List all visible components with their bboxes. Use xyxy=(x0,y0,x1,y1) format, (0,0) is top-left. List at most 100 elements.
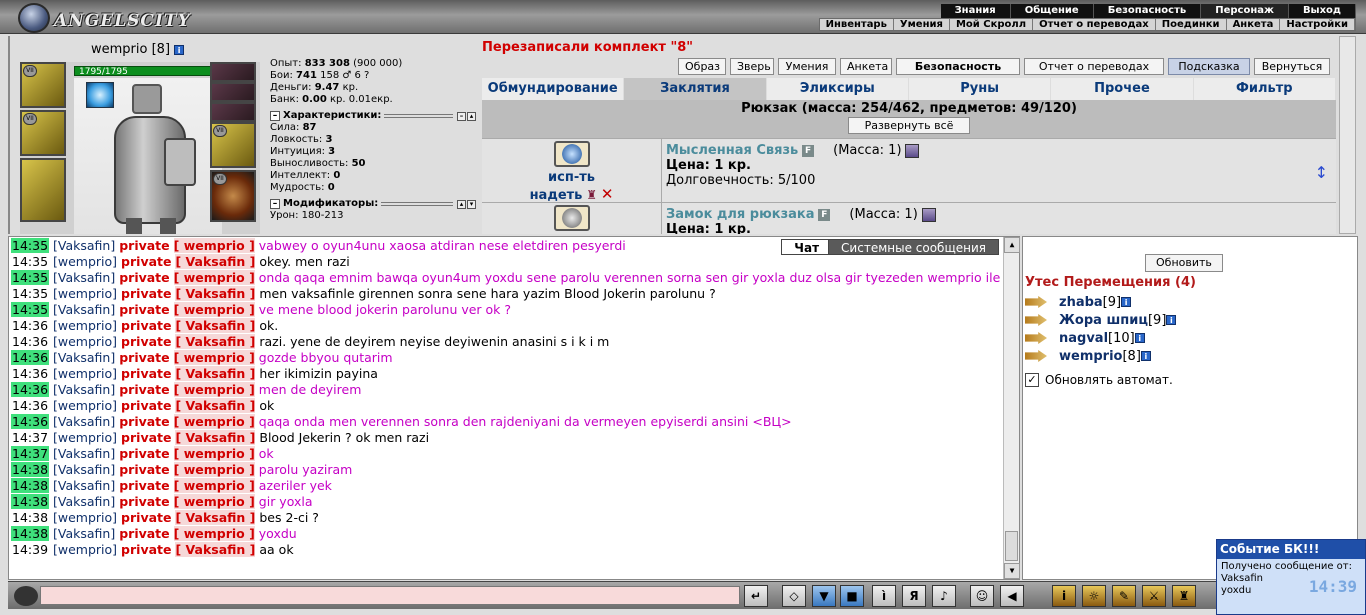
hint-button[interactable]: Подсказка xyxy=(1168,58,1250,75)
info-icon[interactable]: i xyxy=(1166,315,1177,325)
chat-timestamp[interactable]: 14:38 xyxy=(11,494,50,509)
chat-timestamp[interactable]: 14:38 xyxy=(11,510,49,525)
skills-button[interactable]: Умения xyxy=(778,58,836,75)
ring-slot[interactable] xyxy=(210,82,256,102)
delete-icon[interactable]: ✕ xyxy=(601,185,614,203)
resize-arrow-icon[interactable]: ↕ xyxy=(1315,163,1328,182)
close-icon[interactable]: ▴ xyxy=(467,112,476,121)
submenu-settings[interactable]: Настройки xyxy=(1280,19,1355,30)
chat-recipient[interactable]: [ Vaksafin ] xyxy=(175,398,256,413)
chat-sender[interactable]: [wemprio] xyxy=(53,542,117,557)
filter-icon[interactable]: ▼ xyxy=(812,585,836,607)
scroll-thumb[interactable] xyxy=(1005,531,1018,561)
treasure-icon[interactable]: ☼ xyxy=(1082,585,1106,607)
collapse-icon[interactable]: – xyxy=(270,111,280,121)
smile-face-icon[interactable] xyxy=(14,586,38,606)
lock-icon[interactable] xyxy=(553,205,590,231)
chat-sender[interactable]: [wemprio] xyxy=(53,318,117,333)
chat-timestamp[interactable]: 14:35 xyxy=(11,270,50,285)
chat-sender[interactable]: [Vaksafin] xyxy=(53,494,115,509)
translit-icon[interactable]: Я xyxy=(902,585,926,607)
chat-recipient[interactable]: [ Vaksafin ] xyxy=(175,510,256,525)
menu-character[interactable]: Персонаж xyxy=(1201,4,1289,18)
eraser-icon[interactable]: ◇ xyxy=(782,585,806,607)
chat-timestamp[interactable]: 14:36 xyxy=(11,398,49,413)
submenu-skills[interactable]: Умения xyxy=(894,19,950,30)
shield-slot[interactable]: VII xyxy=(210,170,256,222)
minimize-icon[interactable]: – xyxy=(457,112,466,121)
chat-recipient[interactable]: [ wemprio ] xyxy=(173,526,255,541)
chat-recipient[interactable]: [ Vaksafin ] xyxy=(175,334,256,349)
speaker-icon[interactable]: ◀ xyxy=(1000,585,1024,607)
scroll-down-icon[interactable]: ▼ xyxy=(1004,563,1020,579)
auto-refresh-checkbox[interactable]: ✓ xyxy=(1025,373,1039,387)
chat-scrollbar[interactable]: ▲ ▼ xyxy=(1003,237,1020,579)
helmet-slot[interactable]: VII xyxy=(20,62,66,108)
bracers-slot[interactable]: VII xyxy=(20,110,66,156)
fighter-icon[interactable]: ⚔ xyxy=(1142,585,1166,607)
scroll-up-icon[interactable]: ▲ xyxy=(1004,237,1020,253)
chat-timestamp[interactable]: 14:38 xyxy=(11,478,50,493)
tab-runes[interactable]: Руны xyxy=(909,78,1052,100)
menu-exit[interactable]: Выход xyxy=(1289,4,1356,18)
chat-recipient[interactable]: [ wemprio ] xyxy=(173,270,255,285)
chat-recipient[interactable]: [ wemprio ] xyxy=(173,446,255,461)
minimize-icon[interactable]: ▴ xyxy=(457,200,466,209)
chat-sender[interactable]: [wemprio] xyxy=(53,366,117,381)
submenu-my-scroll[interactable]: Мой Скролл xyxy=(950,19,1034,30)
chat-timestamp[interactable]: 14:36 xyxy=(11,382,50,397)
info-icon[interactable]: i xyxy=(1134,333,1145,343)
chat-timestamp[interactable]: 14:37 xyxy=(11,430,49,445)
chat-timestamp[interactable]: 14:36 xyxy=(11,334,49,349)
expand-all-button[interactable]: Развернуть всё xyxy=(847,117,971,134)
chat-sender[interactable]: [Vaksafin] xyxy=(53,302,115,317)
chat-recipient[interactable]: [ wemprio ] xyxy=(173,494,255,509)
user-name[interactable]: zhaba xyxy=(1059,295,1103,310)
save-icon[interactable]: ■ xyxy=(840,585,864,607)
tab-elixirs[interactable]: Эликсиры xyxy=(767,78,909,100)
ring-slot[interactable] xyxy=(210,62,256,82)
chat-sender[interactable]: [wemprio] xyxy=(53,254,117,269)
chat-recipient[interactable]: [ Vaksafin ] xyxy=(175,366,256,381)
image-button[interactable]: Образ xyxy=(678,58,726,75)
chat-timestamp[interactable]: 14:36 xyxy=(11,350,50,365)
whisper-arrow-icon[interactable] xyxy=(1025,332,1047,344)
chat-sender[interactable]: [Vaksafin] xyxy=(53,382,115,397)
chat-sender[interactable]: [Vaksafin] xyxy=(53,414,115,429)
close-icon[interactable]: ▾ xyxy=(467,200,476,209)
person-icon[interactable]: ì xyxy=(872,585,896,607)
chat-sender[interactable]: [Vaksafin] xyxy=(53,350,115,365)
chat-timestamp[interactable]: 14:38 xyxy=(11,462,50,477)
gloves-slot[interactable]: VII xyxy=(210,122,256,168)
tab-equipment[interactable]: Обмундирование xyxy=(482,78,625,100)
tab-spells[interactable]: Заклятия xyxy=(624,78,767,100)
item-name[interactable]: Замок для рюкзака xyxy=(666,207,815,222)
weapon-slot[interactable] xyxy=(20,158,66,222)
info-icon[interactable]: i xyxy=(1121,297,1132,307)
chat-recipient[interactable]: [ Vaksafin ] xyxy=(175,542,256,557)
smiley-icon[interactable]: ☺ xyxy=(970,585,994,607)
submenu-fights[interactable]: Поединки xyxy=(1156,19,1227,30)
chat-recipient[interactable]: [ wemprio ] xyxy=(173,414,255,429)
chat-timestamp[interactable]: 14:36 xyxy=(11,318,49,333)
armor-icon[interactable]: ♜ xyxy=(1172,585,1196,607)
menu-knowledge[interactable]: Знания xyxy=(941,4,1011,18)
chat-timestamp[interactable]: 14:38 xyxy=(11,526,50,541)
chat-recipient[interactable]: [ wemprio ] xyxy=(173,302,255,317)
bag-icon[interactable]: ♜ xyxy=(586,188,597,202)
chat-sender[interactable]: [wemprio] xyxy=(53,334,117,349)
chat-recipient[interactable]: [ Vaksafin ] xyxy=(175,430,256,445)
ring-slot[interactable] xyxy=(210,102,256,122)
user-name[interactable]: Жора шпиц xyxy=(1059,313,1148,328)
info-icon[interactable]: i xyxy=(1140,351,1151,361)
chat-sender[interactable]: [Vaksafin] xyxy=(53,446,115,461)
refresh-button[interactable]: Обновить xyxy=(1145,254,1223,272)
telepathy-scroll-icon[interactable] xyxy=(553,141,590,167)
chat-sender[interactable]: [Vaksafin] xyxy=(53,238,115,253)
tab-chat[interactable]: Чат xyxy=(781,239,833,255)
menu-communication[interactable]: Общение xyxy=(1011,4,1094,18)
chat-sender[interactable]: [Vaksafin] xyxy=(53,462,115,477)
chat-timestamp[interactable]: 14:35 xyxy=(11,286,49,301)
security-button[interactable]: Безопасность xyxy=(896,58,1020,75)
send-icon[interactable]: ↵ xyxy=(744,585,768,607)
